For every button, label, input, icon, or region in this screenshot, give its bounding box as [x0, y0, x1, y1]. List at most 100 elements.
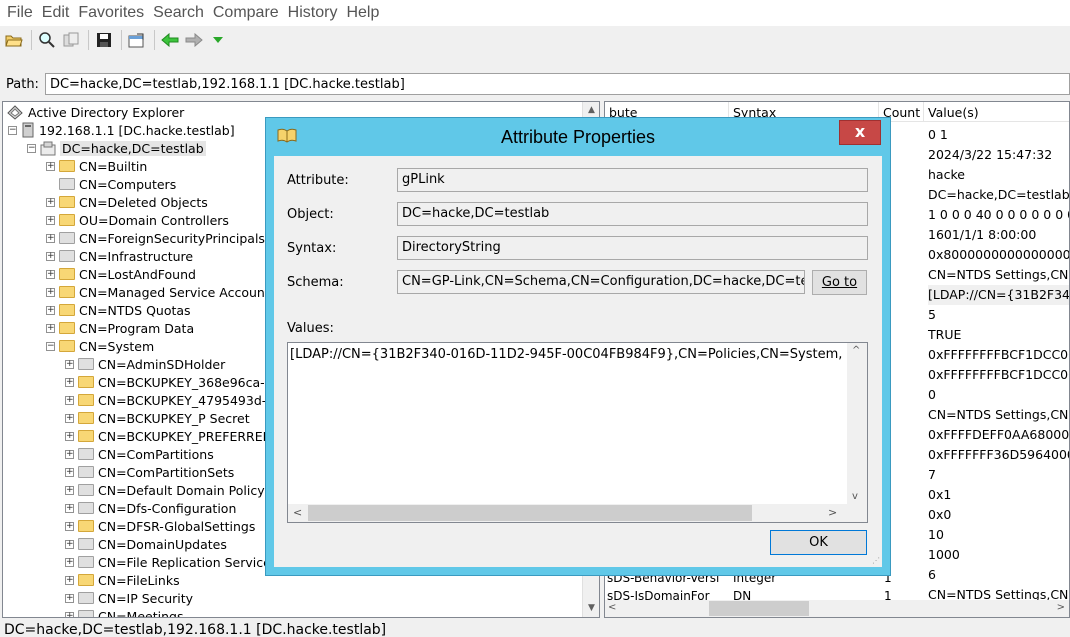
expand-icon[interactable]: +: [65, 611, 74, 617]
attribute-value-cell[interactable]: 0x1: [928, 485, 1069, 505]
expand-icon[interactable]: +: [65, 467, 74, 477]
expand-icon[interactable]: +: [65, 593, 74, 603]
attribute-value-cell[interactable]: 0x8000000000000000: [928, 245, 1069, 265]
expand-icon[interactable]: +: [46, 215, 55, 225]
dropdown-arrow-icon[interactable]: [207, 29, 229, 51]
expand-icon[interactable]: +: [65, 557, 74, 567]
tree-item[interactable]: + CN=Deleted Objects: [46, 193, 208, 211]
values-horizontal-scrollbar[interactable]: < >: [288, 504, 867, 522]
menu-help[interactable]: Help: [343, 4, 385, 22]
expand-icon[interactable]: +: [65, 377, 74, 387]
attribute-field[interactable]: gPLink: [397, 168, 868, 192]
tree-item[interactable]: + CN=BCKUPKEY_P Secret: [65, 409, 250, 427]
scroll-right-icon[interactable]: >: [828, 506, 837, 519]
resize-grip-icon[interactable]: ⋰: [872, 556, 880, 565]
tree-item[interactable]: + CN=ComPartitions: [65, 445, 214, 463]
dialog-titlebar[interactable]: Attribute Properties x: [266, 118, 890, 156]
tree-item[interactable]: + CN=AdminSDHolder: [65, 355, 225, 373]
attribute-value-cell[interactable]: DC=hacke,DC=testlab: [928, 185, 1069, 205]
column-header-values[interactable]: Value(s): [924, 102, 1069, 122]
menu-history[interactable]: History: [285, 4, 344, 22]
attribute-value-cell[interactable]: 10: [928, 525, 1069, 545]
attribute-value-cell[interactable]: 0xFFFFFFFFBCF1DCC00: [928, 365, 1069, 385]
tree-item[interactable]: + CN=DFSR-GlobalSettings: [65, 517, 255, 535]
tree-item[interactable]: + CN=File Replication Service: [65, 553, 271, 571]
expand-icon[interactable]: +: [46, 305, 55, 315]
back-arrow-icon[interactable]: [159, 29, 181, 51]
expand-icon[interactable]: +: [46, 251, 55, 261]
tree-item[interactable]: + CN=LostAndFound: [46, 265, 196, 283]
goto-button[interactable]: Go to: [812, 270, 867, 295]
tree-item[interactable]: + CN=FileLinks: [65, 571, 180, 589]
expand-icon[interactable]: +: [65, 431, 74, 441]
values-vertical-scrollbar[interactable]: ^ v: [847, 343, 867, 504]
attribute-horizontal-scrollbar[interactable]: < >: [605, 600, 1069, 617]
expand-icon[interactable]: +: [65, 485, 74, 495]
tree-item[interactable]: + CN=Dfs-Configuration: [65, 499, 236, 517]
scroll-thumb[interactable]: [709, 601, 809, 616]
tree-item[interactable]: +CN=Computers: [46, 175, 176, 193]
tree-item[interactable]: + CN=ComPartitionSets: [65, 463, 234, 481]
tree-item[interactable]: + CN=NTDS Quotas: [46, 301, 191, 319]
attribute-value-cell[interactable]: 0xFFFFDEFF0AA68000: [928, 425, 1069, 445]
scroll-down-icon[interactable]: v: [852, 491, 858, 502]
tree-item[interactable]: + OU=Domain Controllers: [46, 211, 229, 229]
open-icon[interactable]: [3, 29, 25, 51]
attribute-value-cell[interactable]: hacke: [928, 165, 1069, 185]
attribute-value-cell[interactable]: 5: [928, 305, 1069, 325]
attribute-value-cell[interactable]: 0xFFFFFFF36D5964000: [928, 445, 1069, 465]
scroll-thumb[interactable]: [308, 505, 752, 521]
attribute-value-cell[interactable]: 1000: [928, 545, 1069, 565]
scroll-left-icon[interactable]: <: [608, 602, 616, 613]
menu-edit[interactable]: Edit: [39, 4, 76, 22]
tree-item[interactable]: + CN=IP Security: [65, 589, 193, 607]
syntax-field[interactable]: DirectoryString: [397, 236, 868, 260]
expand-icon[interactable]: +: [46, 323, 55, 333]
tree-item[interactable]: + CN=Default Domain Policy: [65, 481, 265, 499]
ok-button[interactable]: OK: [770, 530, 867, 555]
expand-icon[interactable]: +: [65, 503, 74, 513]
attribute-value-cell[interactable]: 1601/1/1 8:00:00: [928, 225, 1069, 245]
tree-domain[interactable]: − DC=hacke,DC=testlab: [27, 139, 206, 157]
tree-item[interactable]: + CN=Program Data: [46, 319, 194, 337]
attribute-value-cell[interactable]: 0xFFFFFFFFBCF1DCC00: [928, 345, 1069, 365]
attribute-value-cell[interactable]: CN=NTDS Settings,CN=DC: [928, 405, 1069, 425]
scroll-left-icon[interactable]: <: [293, 506, 302, 519]
attribute-value-cell[interactable]: TRUE: [928, 325, 1069, 345]
collapse-icon[interactable]: −: [27, 143, 36, 153]
attribute-value-cell[interactable]: 2024/3/22 15:47:32: [928, 145, 1069, 165]
collapse-icon[interactable]: −: [46, 341, 55, 351]
tree-item[interactable]: + CN=BCKUPKEY_PREFERRED S: [65, 427, 284, 445]
expand-icon[interactable]: +: [65, 413, 74, 423]
attribute-value-cell[interactable]: 0x0: [928, 505, 1069, 525]
expand-icon[interactable]: +: [46, 287, 55, 297]
tree-item[interactable]: − CN=System: [46, 337, 154, 355]
collapse-icon[interactable]: −: [8, 125, 17, 135]
tree-item[interactable]: + CN=Builtin: [46, 157, 147, 175]
scroll-right-icon[interactable]: >: [1057, 602, 1065, 613]
attribute-value-cell[interactable]: CN=NTDS Settings,CN=DC: [928, 265, 1069, 285]
tree-server[interactable]: − 192.168.1.1 [DC.hacke.testlab]: [8, 121, 235, 139]
menu-search[interactable]: Search: [150, 4, 210, 22]
attribute-value-cell[interactable]: 6: [928, 565, 1069, 585]
object-field[interactable]: DC=hacke,DC=testlab: [397, 202, 868, 226]
attribute-value-cell[interactable]: 7: [928, 465, 1069, 485]
tree-item[interactable]: + CN=BCKUPKEY_368e96ca-3f: [65, 373, 277, 391]
search-icon[interactable]: [36, 29, 58, 51]
tree-item[interactable]: + CN=Infrastructure: [46, 247, 193, 265]
expand-icon[interactable]: +: [65, 539, 74, 549]
menu-compare[interactable]: Compare: [210, 4, 285, 22]
expand-icon[interactable]: +: [46, 269, 55, 279]
expand-icon[interactable]: +: [65, 521, 74, 531]
menu-file[interactable]: File: [4, 4, 39, 22]
scroll-down-icon[interactable]: ▼: [583, 600, 599, 617]
tree-item[interactable]: + CN=ForeignSecurityPrincipals: [46, 229, 265, 247]
values-list[interactable]: [LDAP://CN={31B2F340-016D-11D2-945F-00C0…: [287, 342, 868, 523]
attribute-value-cell[interactable]: 1 0 0 0 40 0 0 0 0 0 0 0: [928, 205, 1069, 225]
properties-icon[interactable]: [126, 29, 148, 51]
attribute-value-cell[interactable]: 0 1: [928, 125, 1069, 145]
schema-field[interactable]: CN=GP-Link,CN=Schema,CN=Configuration,DC…: [397, 270, 805, 294]
tree-item[interactable]: + CN=Managed Service Accounts: [46, 283, 276, 301]
scroll-up-icon[interactable]: ^: [852, 345, 860, 356]
attribute-value-cell[interactable]: 0: [928, 385, 1069, 405]
